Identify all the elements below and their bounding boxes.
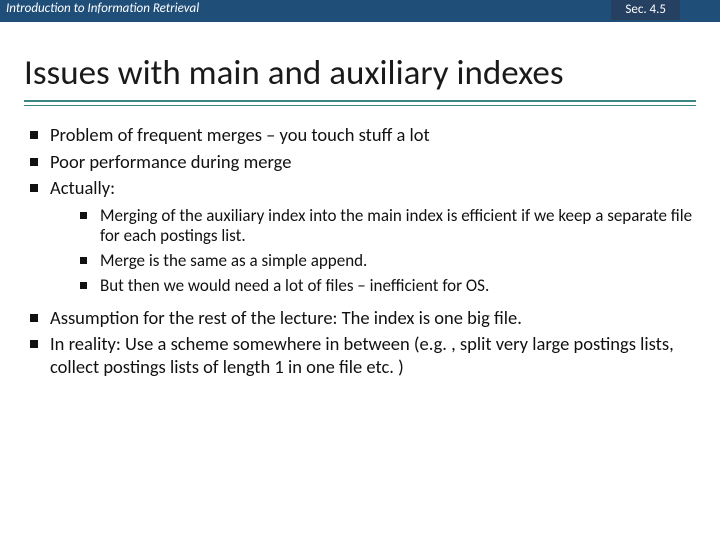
list-item: In reality: Use a scheme somewhere in be… — [24, 333, 696, 378]
bullet-text: Poor performance during merge — [50, 150, 291, 173]
title-underline — [24, 100, 696, 106]
bullet-text: In reality: Use a scheme somewhere in be… — [50, 332, 674, 378]
list-item: Assumption for the rest of the lecture: … — [24, 307, 696, 330]
list-item: Actually: Merging of the auxiliary index… — [24, 177, 696, 297]
course-title: Introduction to Information Retrieval — [6, 1, 199, 16]
bullet-text: But then we would need a lot of files – … — [100, 275, 489, 296]
list-item: Poor performance during merge — [24, 151, 696, 174]
section-label: Sec. 4.5 — [611, 0, 680, 20]
bullet-text: Actually: — [50, 176, 115, 199]
list-item: Merging of the auxiliary index into the … — [50, 206, 696, 247]
list-item: Problem of frequent merges – you touch s… — [24, 124, 696, 147]
list-item: Merge is the same as a simple append. — [50, 251, 696, 272]
bullet-text: Merging of the auxiliary index into the … — [100, 205, 692, 247]
header-bar: Introduction to Information Retrieval Se… — [0, 0, 720, 22]
slide-title: Issues with main and auxiliary indexes — [24, 52, 696, 94]
bullet-text: Assumption for the rest of the lecture: … — [50, 306, 522, 329]
sub-bullet-list: Merging of the auxiliary index into the … — [50, 206, 696, 297]
bullet-text: Merge is the same as a simple append. — [100, 250, 367, 271]
bullet-text: Problem of frequent merges – you touch s… — [50, 123, 430, 146]
list-item: But then we would need a lot of files – … — [50, 276, 696, 297]
slide-body: Problem of frequent merges – you touch s… — [24, 124, 696, 378]
bullet-list: Problem of frequent merges – you touch s… — [24, 124, 696, 297]
bullet-list-lower: Assumption for the rest of the lecture: … — [24, 307, 696, 379]
